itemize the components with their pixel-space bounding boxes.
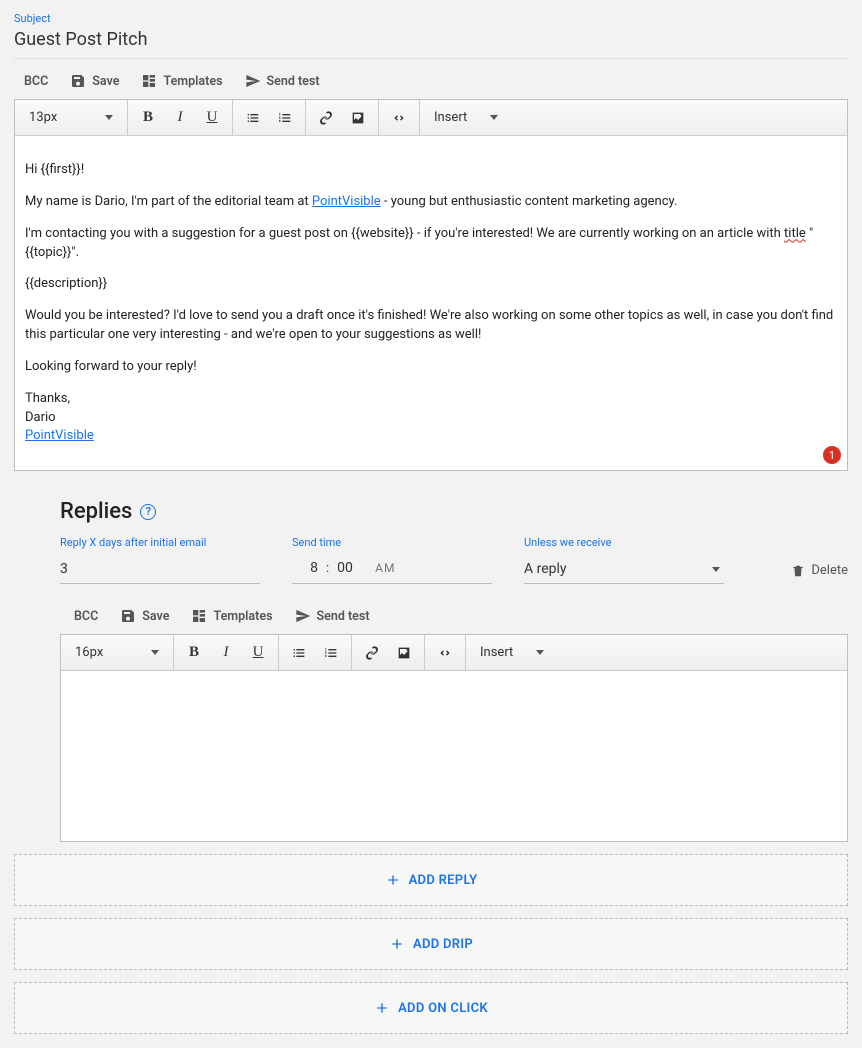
templates-label: Templates bbox=[163, 74, 222, 89]
add-reply-label: ADD REPLY bbox=[409, 873, 478, 888]
save-label: Save bbox=[142, 609, 169, 624]
send-test-button[interactable]: Send test bbox=[295, 608, 370, 624]
font-size-value: 16px bbox=[75, 645, 103, 660]
image-button[interactable] bbox=[344, 104, 372, 132]
templates-button[interactable]: Templates bbox=[141, 73, 222, 89]
editor-toolbar: 13px B I U Insert bbox=[15, 100, 847, 136]
templates-button[interactable]: Templates bbox=[191, 608, 272, 624]
link-button[interactable] bbox=[312, 104, 340, 132]
body-ask: Would you be interested? I'd love to sen… bbox=[25, 307, 837, 345]
subject-value[interactable]: Guest Post Pitch bbox=[14, 25, 848, 59]
underline-button[interactable]: U bbox=[244, 639, 272, 667]
add-drip-label: ADD DRIP bbox=[413, 937, 473, 952]
save-button[interactable]: Save bbox=[70, 73, 119, 89]
font-size-select[interactable]: 16px bbox=[67, 645, 167, 660]
chevron-down-icon bbox=[490, 115, 498, 120]
templates-icon bbox=[141, 73, 157, 89]
unless-label: Unless we receive bbox=[524, 536, 724, 549]
italic-button[interactable]: I bbox=[212, 639, 240, 667]
insert-label: Insert bbox=[480, 645, 513, 660]
add-reply-button[interactable]: ADD REPLY bbox=[14, 854, 848, 906]
delete-label: Delete bbox=[811, 563, 848, 578]
italic-button[interactable]: I bbox=[166, 104, 194, 132]
main-email-editor: 13px B I U Insert bbox=[14, 99, 848, 471]
reply-editor-actions: BCC Save Templates Send test bbox=[14, 594, 848, 634]
chevron-down-icon bbox=[712, 567, 720, 572]
chevron-down-icon bbox=[105, 115, 113, 120]
save-label: Save bbox=[92, 74, 119, 89]
templates-label: Templates bbox=[213, 609, 272, 624]
unless-field: Unless we receive A reply bbox=[524, 536, 724, 584]
unless-value: A reply bbox=[524, 561, 567, 577]
templates-icon bbox=[191, 608, 207, 624]
reply-editor-toolbar: 16px B I U Insert bbox=[61, 635, 847, 671]
body-description: {{description}} bbox=[25, 275, 837, 294]
body-greeting: Hi {{first}}! bbox=[25, 161, 837, 180]
ampm-label[interactable]: AM bbox=[369, 561, 395, 575]
minute-input[interactable] bbox=[335, 559, 363, 577]
days-field: Reply X days after initial email bbox=[60, 536, 260, 584]
code-button[interactable] bbox=[431, 639, 459, 667]
add-drip-button[interactable]: ADD DRIP bbox=[14, 918, 848, 970]
body-closing: Looking forward to your reply! bbox=[25, 358, 837, 377]
replies-header: Replies ? bbox=[14, 471, 848, 536]
body-signature: Thanks, Dario PointVisible bbox=[25, 390, 837, 447]
chevron-down-icon bbox=[536, 650, 544, 655]
chevron-down-icon bbox=[151, 650, 159, 655]
reply-email-editor: 16px B I U Insert bbox=[60, 634, 848, 842]
body-pitch: I'm contacting you with a suggestion for… bbox=[25, 225, 837, 263]
trash-icon bbox=[791, 564, 805, 578]
numbered-list-button[interactable] bbox=[271, 104, 299, 132]
unless-select[interactable]: A reply bbox=[524, 555, 724, 584]
bcc-button[interactable]: BCC bbox=[74, 609, 98, 624]
underline-button[interactable]: U bbox=[198, 104, 226, 132]
insert-select[interactable]: Insert bbox=[472, 645, 552, 660]
days-label: Reply X days after initial email bbox=[60, 536, 260, 549]
add-onclick-button[interactable]: ADD ON CLICK bbox=[14, 982, 848, 1034]
bullet-list-button[interactable] bbox=[285, 639, 313, 667]
save-button[interactable]: Save bbox=[120, 608, 169, 624]
image-button[interactable] bbox=[390, 639, 418, 667]
time-colon: : bbox=[326, 561, 329, 576]
body-intro: My name is Dario, I'm part of the editor… bbox=[25, 193, 837, 212]
plus-icon bbox=[374, 1000, 390, 1016]
email-body[interactable]: Hi {{first}}! My name is Dario, I'm part… bbox=[15, 136, 847, 470]
send-icon bbox=[245, 73, 261, 89]
insert-select[interactable]: Insert bbox=[426, 110, 506, 125]
help-icon[interactable]: ? bbox=[140, 504, 156, 520]
link-button[interactable] bbox=[358, 639, 386, 667]
insert-label: Insert bbox=[434, 110, 467, 125]
subject-field[interactable]: Subject Guest Post Pitch bbox=[14, 0, 848, 59]
code-button[interactable] bbox=[385, 104, 413, 132]
send-test-button[interactable]: Send test bbox=[245, 73, 320, 89]
font-size-value: 13px bbox=[29, 110, 57, 125]
send-icon bbox=[295, 608, 311, 624]
plus-icon bbox=[385, 872, 401, 888]
hour-input[interactable] bbox=[292, 559, 320, 577]
send-test-label: Send test bbox=[267, 74, 320, 89]
delete-reply-button[interactable]: Delete bbox=[791, 563, 848, 584]
send-test-label: Send test bbox=[317, 609, 370, 624]
editor-actions: BCC Save Templates Send test bbox=[14, 59, 848, 99]
add-onclick-label: ADD ON CLICK bbox=[398, 1001, 488, 1016]
bold-button[interactable]: B bbox=[134, 104, 162, 132]
numbered-list-button[interactable] bbox=[317, 639, 345, 667]
plus-icon bbox=[389, 936, 405, 952]
subject-label: Subject bbox=[14, 12, 848, 25]
bcc-button[interactable]: BCC bbox=[24, 74, 48, 89]
days-input[interactable] bbox=[60, 555, 260, 584]
pointvisible-link[interactable]: PointVisible bbox=[312, 194, 381, 209]
bold-button[interactable]: B bbox=[180, 639, 208, 667]
signature-link[interactable]: PointVisible bbox=[25, 428, 94, 443]
send-time-label: Send time bbox=[292, 536, 492, 549]
font-size-select[interactable]: 13px bbox=[21, 110, 121, 125]
save-icon bbox=[120, 608, 136, 624]
reply-body[interactable] bbox=[61, 671, 847, 841]
bullet-list-button[interactable] bbox=[239, 104, 267, 132]
save-icon bbox=[70, 73, 86, 89]
send-time-field: Send time : AM bbox=[292, 536, 492, 584]
reply-controls: Reply X days after initial email Send ti… bbox=[14, 536, 848, 594]
